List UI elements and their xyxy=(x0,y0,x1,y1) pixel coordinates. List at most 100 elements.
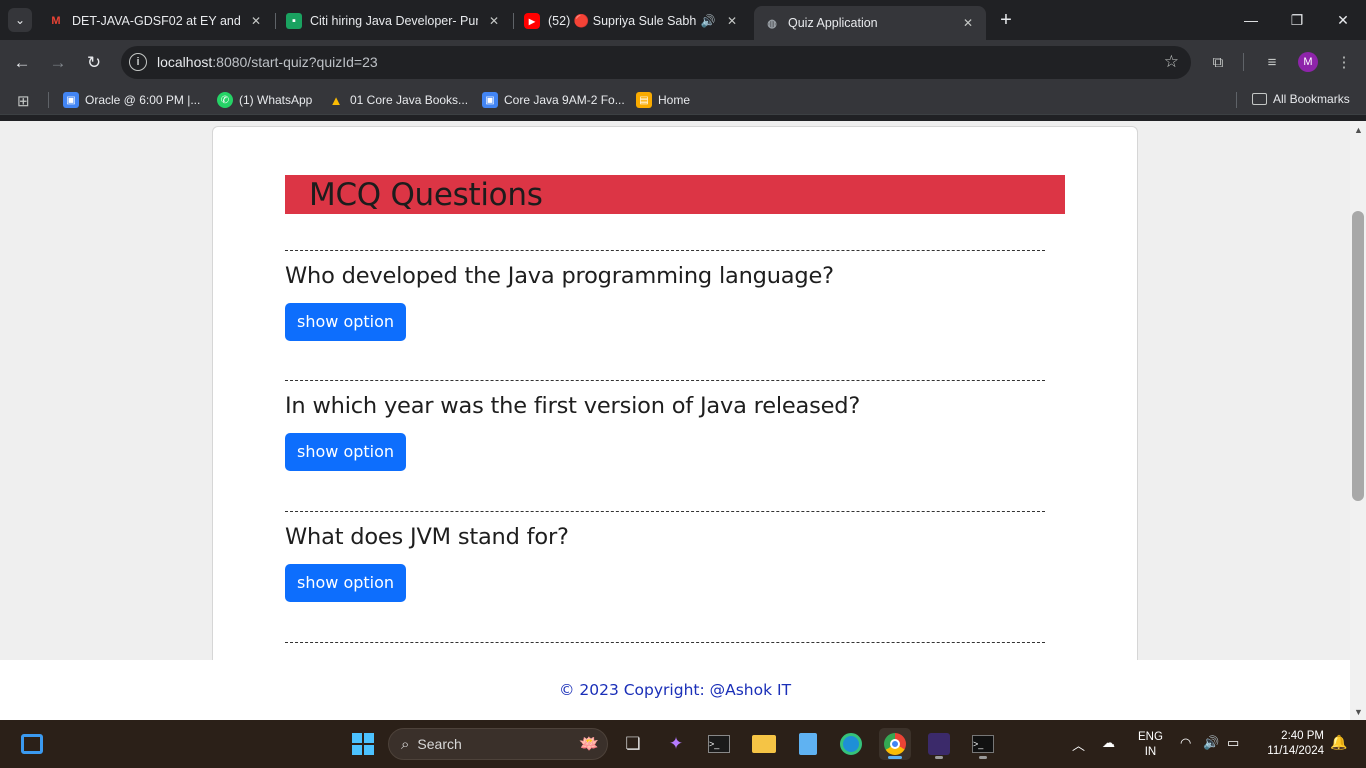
wifi-icon[interactable]: ◠ xyxy=(1180,735,1191,751)
terminal-icon[interactable]: >_ xyxy=(703,728,735,760)
battery-icon[interactable]: ▭ xyxy=(1227,735,1239,751)
clock-date: 11/14/2024 xyxy=(1267,745,1324,757)
bookmark-label: Core Java 9AM-2 Fo... xyxy=(504,93,625,107)
speaker-icon[interactable]: 🔊 xyxy=(700,13,716,29)
widgets-icon[interactable] xyxy=(16,728,48,760)
forward-button[interactable]: → xyxy=(45,50,71,76)
scrollbar-thumb[interactable] xyxy=(1352,211,1364,501)
file-explorer-icon[interactable] xyxy=(748,728,780,760)
tab-citi-job[interactable]: ▪ Citi hiring Java Developer- Pune ✕ xyxy=(276,6,512,36)
media-control-icon[interactable]: ≡ xyxy=(1261,51,1283,73)
minimize-icon: — xyxy=(1244,12,1258,28)
bookmark-core-java-9am[interactable]: ▣ Core Java 9AM-2 Fo... xyxy=(482,92,625,108)
google-drive-icon: ▲ xyxy=(329,92,343,108)
reload-button[interactable]: ↻ xyxy=(81,50,107,76)
menu-kebab-icon[interactable]: ⋮ xyxy=(1333,51,1355,73)
edge-icon[interactable] xyxy=(835,728,867,760)
search-icon: ⌕ xyxy=(401,735,410,753)
quiz-card: MCQ Questions Who developed the Java pro… xyxy=(212,126,1138,686)
gmail-icon: M xyxy=(51,15,61,27)
reload-icon: ↻ xyxy=(86,53,102,72)
scroll-up-arrow-icon[interactable]: ▲ xyxy=(1354,125,1363,135)
bookmark-star-icon[interactable]: ☆ xyxy=(1164,52,1179,72)
close-icon[interactable]: ✕ xyxy=(724,13,740,29)
show-option-button[interactable]: show option xyxy=(285,303,407,341)
bookmark-core-java-books[interactable]: ▲ 01 Core Java Books... xyxy=(328,92,469,108)
bookmark-oracle[interactable]: ▣ Oracle @ 6:00 PM |... xyxy=(63,92,200,108)
arrow-left-icon: ← xyxy=(13,53,31,72)
clock-time: 2:40 PM xyxy=(1281,730,1324,742)
onedrive-icon[interactable]: ☁ xyxy=(1102,735,1115,751)
bookmarks-divider xyxy=(48,92,49,108)
tab-title: DET-JAVA-GDSF02 at EY and 9 xyxy=(72,14,240,28)
notepad-icon[interactable] xyxy=(792,728,824,760)
show-option-button[interactable]: show option xyxy=(285,433,407,471)
show-option-button[interactable]: show option xyxy=(285,564,407,602)
bookmarks-divider xyxy=(1236,92,1237,108)
copilot-icon[interactable]: ✦ xyxy=(660,728,692,760)
bookmark-home[interactable]: ▤ Home xyxy=(636,92,690,108)
tab-youtube[interactable]: ▶ (52) 🔴 Supriya Sule Sabha 🔊 ✕ xyxy=(514,6,750,36)
running-indicator xyxy=(888,756,902,759)
page-scrollbar[interactable]: ▲ ▼ xyxy=(1350,121,1366,720)
windows-taskbar: ⌕ Search 🪷 ❏ ✦ >_ >_ ︿ ☁ ENG IN ◠ 🔊 ▭ 2:… xyxy=(0,720,1366,768)
question-block: In which year was the first version of J… xyxy=(285,380,1045,471)
close-icon[interactable]: ✕ xyxy=(248,13,264,29)
url-text[interactable]: localhost:8080/start-quiz?quizId=23 xyxy=(157,54,378,70)
tab-quiz-application[interactable]: ◍ Quiz Application ✕ xyxy=(754,6,986,40)
dashed-divider xyxy=(285,511,1045,512)
search-label: Search xyxy=(417,736,462,752)
close-icon: ✕ xyxy=(1337,11,1349,28)
back-button[interactable]: ← xyxy=(9,50,35,76)
command-prompt-icon[interactable]: >_ xyxy=(967,728,999,760)
restore-button[interactable]: ❐ xyxy=(1274,0,1320,40)
question-block: What does JVM stand for? show option xyxy=(285,511,1045,602)
all-bookmarks-folder[interactable]: All Bookmarks xyxy=(1252,92,1350,106)
contact-card-icon: ▣ xyxy=(63,92,79,108)
page-header: MCQ Questions xyxy=(285,175,1065,214)
scroll-down-arrow-icon[interactable]: ▼ xyxy=(1354,707,1363,717)
task-view-icon[interactable]: ❏ xyxy=(617,728,649,760)
close-icon[interactable]: ✕ xyxy=(486,13,502,29)
question-text: In which year was the first version of J… xyxy=(285,393,861,419)
taskbar-search[interactable]: ⌕ Search 🪷 xyxy=(388,728,608,760)
question-block xyxy=(285,642,1045,643)
bookmark-whatsapp[interactable]: ✆ (1) WhatsApp xyxy=(217,92,312,108)
youtube-icon: ▶ xyxy=(524,13,540,29)
bookmark-label: Home xyxy=(658,93,691,107)
new-tab-button[interactable]: + xyxy=(994,8,1018,32)
notification-bell-icon[interactable]: 🔔 xyxy=(1330,734,1347,751)
eclipse-ide-icon[interactable] xyxy=(923,728,955,760)
start-button[interactable] xyxy=(347,728,379,760)
bookmark-label: (1) WhatsApp xyxy=(239,93,313,107)
profile-avatar[interactable]: M xyxy=(1298,52,1318,72)
volume-icon[interactable]: 🔊 xyxy=(1203,735,1219,751)
chevron-up-icon[interactable]: ︿ xyxy=(1072,735,1085,754)
all-bookmarks-label: All Bookmarks xyxy=(1273,92,1350,106)
region-code: IN xyxy=(1144,746,1157,758)
restore-icon: ❐ xyxy=(1290,11,1304,28)
address-bar[interactable]: i localhost:8080/start-quiz?quizId=23 ☆ xyxy=(121,46,1191,79)
running-indicator xyxy=(935,756,943,759)
page-viewport: MCQ Questions Who developed the Java pro… xyxy=(0,121,1350,720)
dashed-divider xyxy=(285,380,1045,381)
tab-search-button[interactable]: ⌄ xyxy=(8,8,32,32)
close-window-button[interactable]: ✕ xyxy=(1320,0,1366,40)
clock[interactable]: 2:40 PM 11/14/2024 xyxy=(1260,729,1324,759)
folder-icon xyxy=(1252,93,1267,105)
language-indicator[interactable]: ENG IN xyxy=(1138,730,1163,760)
globe-icon: ◍ xyxy=(767,17,777,30)
tab-gmail[interactable]: M DET-JAVA-GDSF02 at EY and 9 ✕ xyxy=(38,6,274,36)
minimize-button[interactable]: — xyxy=(1228,0,1274,40)
close-icon[interactable]: ✕ xyxy=(960,15,976,31)
apps-grid-icon[interactable]: ⊞ xyxy=(17,92,30,110)
browser-toolbar: ← → ↻ i localhost:8080/start-quiz?quizId… xyxy=(0,40,1366,85)
tab-title: (52) 🔴 Supriya Sule Sabha xyxy=(548,13,696,28)
extensions-icon[interactable]: ⧉ xyxy=(1207,51,1229,73)
page-title: MCQ Questions xyxy=(309,177,543,213)
dashed-divider xyxy=(285,642,1045,643)
plus-icon: + xyxy=(1000,8,1012,31)
search-highlight-icon: 🪷 xyxy=(579,736,599,753)
site-info-icon[interactable]: i xyxy=(129,53,147,71)
chrome-icon[interactable] xyxy=(879,728,911,760)
